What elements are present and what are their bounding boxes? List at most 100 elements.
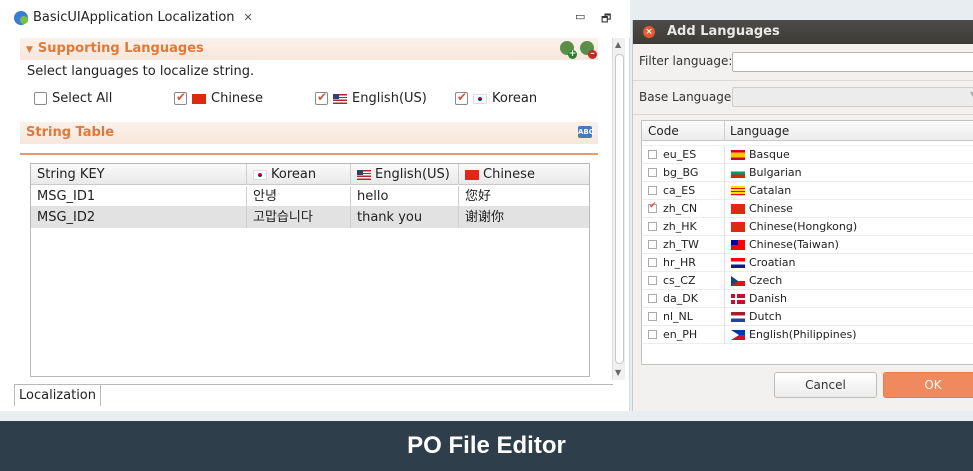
cell-key[interactable]: MSG_ID1 (31, 186, 247, 207)
filter-language-input[interactable] (732, 52, 973, 72)
editor-tab[interactable]: BasicUIApplication Localization ✕ (14, 10, 253, 25)
column-header-english[interactable]: English(US) (351, 164, 459, 185)
list-item[interactable]: da_DK Danish (642, 290, 973, 308)
cell-korean[interactable]: 고맙습니다 (247, 207, 351, 228)
string-table-header[interactable]: String Table ABC (20, 122, 598, 144)
cell-korean[interactable]: 안녕 (247, 186, 351, 207)
scrollbar-thumb[interactable] (615, 54, 624, 364)
column-header-label: English(US) (375, 167, 450, 182)
language-code: eu_ES (663, 148, 697, 161)
us-flag-icon (357, 169, 371, 180)
close-icon[interactable]: ✕ (244, 11, 253, 24)
checkbox-unchecked-icon[interactable] (648, 330, 657, 339)
language-name: Croatian (749, 256, 796, 269)
string-export-icon[interactable]: ABC (578, 126, 594, 138)
checkbox-unchecked-icon[interactable] (648, 312, 657, 321)
checkbox-unchecked-icon[interactable] (648, 168, 657, 177)
scroll-down-icon[interactable]: ▼ (615, 368, 621, 377)
language-label-english: English(US) (352, 91, 427, 106)
language-name: Chinese (749, 202, 793, 215)
language-checkbox-chinese[interactable]: Chinese (174, 90, 263, 106)
cell-key[interactable]: MSG_ID2 (31, 207, 247, 228)
language-code: hr_HR (663, 256, 696, 269)
checkbox-unchecked-icon[interactable] (648, 186, 657, 195)
language-code: zh_CN (663, 202, 698, 215)
china-flag-icon (731, 203, 745, 214)
column-header-label: String KEY (37, 167, 105, 182)
scroll-up-icon[interactable]: ▲ (615, 40, 621, 49)
list-item[interactable]: zh_HK Chinese(Hongkong) (642, 218, 973, 236)
dialog-title: Add Languages (667, 24, 780, 39)
table-row[interactable]: MSG_ID1 안녕 hello 您好 (31, 186, 589, 207)
checkbox-unchecked-icon[interactable] (648, 276, 657, 285)
philippines-flag-icon (731, 329, 745, 340)
checkbox-unchecked-icon[interactable] (648, 150, 657, 159)
filter-language-label: Filter language: (639, 54, 733, 68)
column-header-language[interactable]: Language (730, 124, 789, 138)
list-item[interactable]: zh_CN Chinese (642, 200, 973, 218)
language-name: Chinese(Hongkong) (749, 220, 858, 233)
language-name: Catalan (749, 184, 792, 197)
list-item[interactable]: eu_ES Basque (642, 146, 973, 164)
taiwan-flag-icon (731, 239, 745, 250)
select-all-checkbox[interactable]: Select All (34, 91, 112, 106)
base-language-select[interactable] (732, 87, 973, 107)
editor-scrollbar[interactable]: ▲ ▼ (612, 38, 625, 380)
minimize-icon[interactable]: ▭ (575, 10, 585, 23)
list-item[interactable]: hr_HR Croatian (642, 254, 973, 272)
maximize-icon[interactable]: 🗗 (601, 10, 611, 29)
column-header-korean[interactable]: Korean (247, 164, 351, 185)
column-header-key[interactable]: String KEY (31, 164, 247, 185)
column-header-code[interactable]: Code (648, 124, 679, 138)
list-item[interactable]: ca_ES Catalan (642, 182, 973, 200)
editor-tab-bar: BasicUIApplication Localization ✕ ▭ 🗗 (0, 0, 630, 38)
language-checkbox-english[interactable]: English(US) (315, 90, 427, 106)
checkbox-checked-icon[interactable] (455, 90, 468, 105)
cancel-button[interactable]: Cancel (774, 372, 877, 398)
language-label-chinese: Chinese (211, 91, 263, 106)
language-checkbox-korean[interactable]: Korean (455, 90, 538, 106)
language-name: Bulgarian (749, 166, 802, 179)
remove-language-icon[interactable] (580, 41, 597, 59)
list-item[interactable]: en_PH English(Philippines) (642, 326, 973, 344)
checkbox-checked-icon[interactable] (315, 90, 328, 105)
language-list-header: Code Language (642, 121, 973, 141)
checkbox-checked-icon[interactable] (174, 90, 187, 105)
checkbox-unchecked-icon[interactable] (648, 258, 657, 267)
globe-icon (14, 10, 28, 25)
korea-flag-icon (473, 93, 487, 104)
list-item[interactable]: zh_TW Chinese(Taiwan) (642, 236, 973, 254)
ok-button[interactable]: OK (883, 372, 973, 398)
add-language-icon[interactable] (560, 41, 577, 59)
list-item[interactable]: cs_CZ Czech (642, 272, 973, 290)
language-list-table: Code Language eu_ES Basque bg_BG Bulgari… (641, 120, 973, 365)
croatia-flag-icon (731, 257, 745, 268)
column-header-chinese[interactable]: Chinese (459, 164, 589, 185)
checkbox-unchecked-icon[interactable] (34, 92, 47, 105)
bulgaria-flag-icon (731, 167, 745, 178)
cell-english[interactable]: thank you (351, 207, 459, 228)
language-code: bg_BG (663, 166, 699, 179)
list-item[interactable]: bg_BG Bulgarian (642, 164, 973, 182)
dialog-title-bar: × Add Languages (633, 20, 973, 44)
language-code: zh_HK (663, 220, 697, 233)
string-table-title: String Table (26, 125, 115, 140)
checkbox-unchecked-icon[interactable] (648, 294, 657, 303)
cell-chinese[interactable]: 您好 (459, 186, 589, 207)
collapse-caret-icon[interactable]: ▼ (26, 45, 33, 55)
tab-localization[interactable]: Localization (14, 384, 101, 406)
caption-banner: PO File Editor (0, 421, 973, 471)
checkbox-checked-icon[interactable] (648, 201, 657, 213)
czech-flag-icon (731, 275, 745, 286)
checkbox-unchecked-icon[interactable] (648, 222, 657, 231)
table-row[interactable]: MSG_ID2 고맙습니다 thank you 谢谢你 (31, 207, 589, 228)
close-icon[interactable]: × (643, 26, 655, 38)
dialog-separator (633, 80, 973, 81)
cell-english[interactable]: hello (351, 186, 459, 207)
language-label-korean: Korean (492, 91, 538, 106)
supporting-languages-header[interactable]: ▼ Supporting Languages (20, 38, 598, 60)
checkbox-unchecked-icon[interactable] (648, 240, 657, 249)
list-item[interactable]: nl_NL Dutch (642, 308, 973, 326)
cell-chinese[interactable]: 谢谢你 (459, 207, 589, 228)
language-name: Basque (749, 148, 790, 161)
